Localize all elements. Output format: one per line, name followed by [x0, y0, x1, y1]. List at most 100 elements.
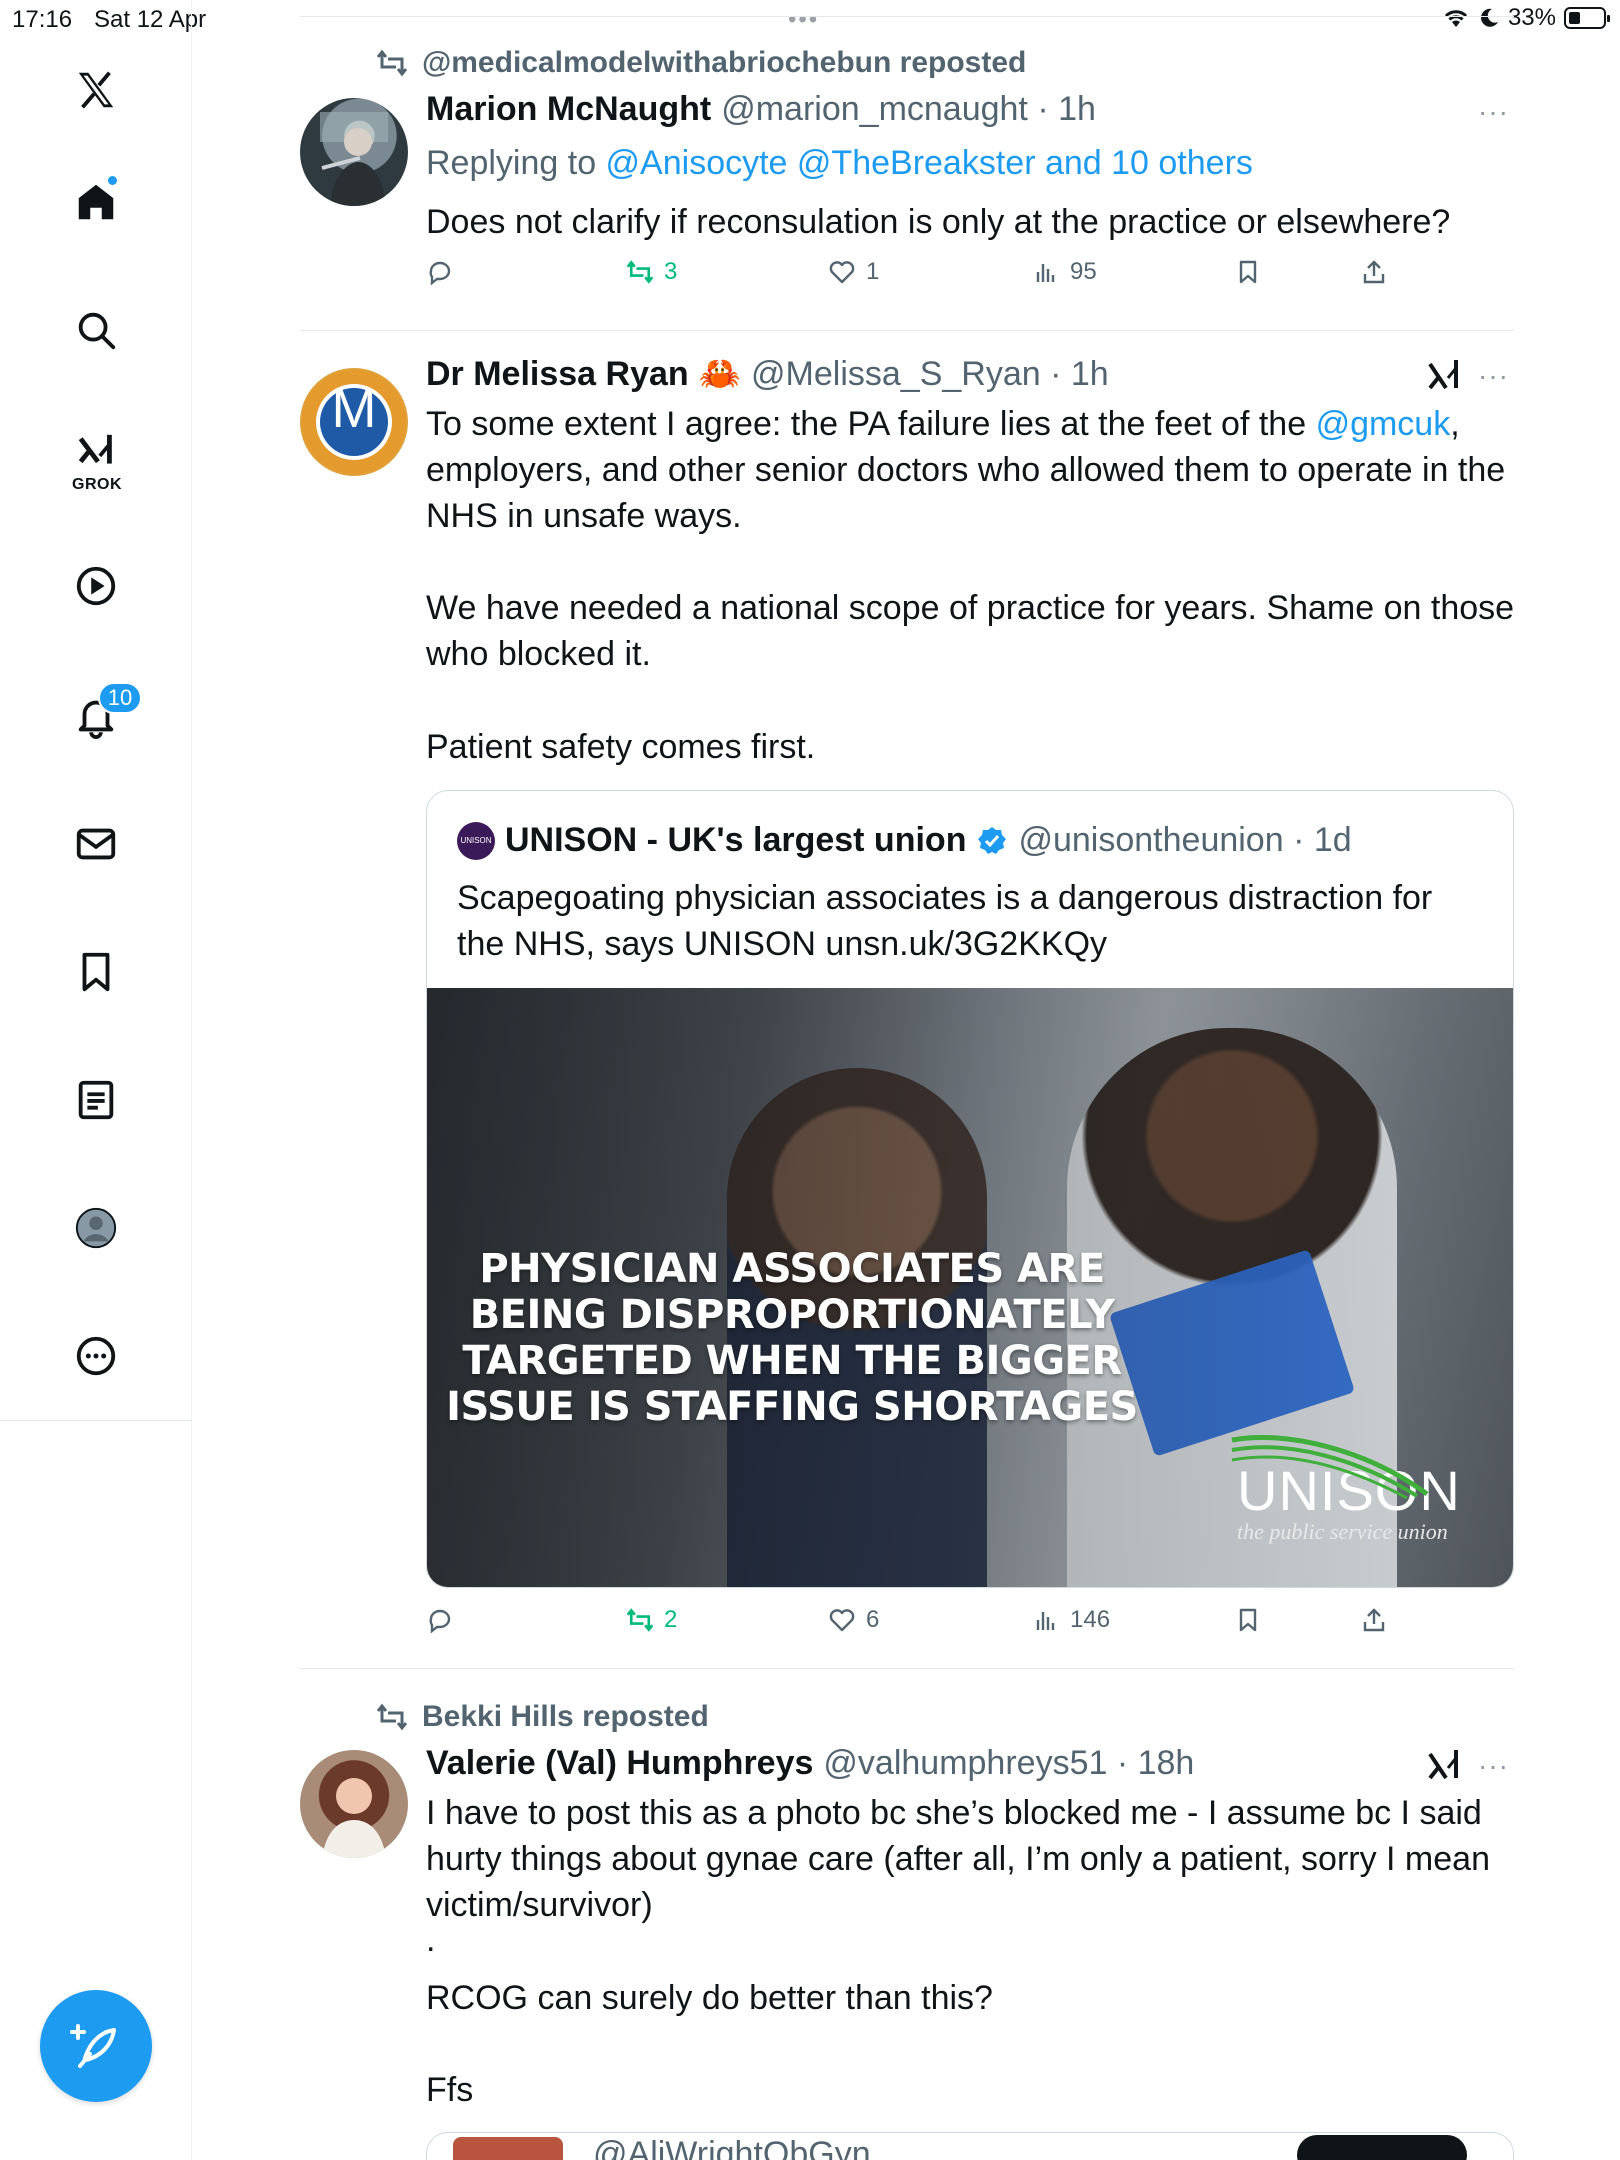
compose-post-button[interactable] [40, 1990, 152, 2102]
home-icon[interactable] [66, 172, 126, 232]
messages-icon[interactable] [66, 814, 126, 874]
unison-swoosh-icon [1231, 1435, 1429, 1500]
headline-line: PHYSICIAN ASSOCIATES ARE [479, 1246, 1105, 1292]
views-count: 146 [1070, 1606, 1111, 1633]
repost-icon [376, 49, 408, 77]
bookmark-icon [1239, 1608, 1257, 1632]
like-count: 6 [866, 1606, 880, 1633]
repost-count: 2 [664, 1606, 678, 1633]
x-logo-icon[interactable] [66, 60, 126, 120]
profile-icon[interactable] [66, 1198, 126, 1258]
author-name[interactable]: Marion McNaught [426, 90, 711, 129]
reply-mentions-link[interactable]: @Anisocyte @TheBreakster and 10 others [606, 144, 1253, 182]
battery-icon [1564, 7, 1610, 29]
quoted-tweet[interactable]: UNISON UNISON - UK's largest union @unis… [426, 790, 1514, 1588]
reply-icon [429, 1609, 451, 1634]
quoted-preview-thumbnail [453, 2137, 563, 2160]
tweet-actions: 3 1 95 [426, 258, 1406, 298]
like-count: 1 [866, 258, 880, 285]
repost-icon [376, 1703, 408, 1731]
tweet-more-button[interactable]: ··· [1478, 360, 1509, 392]
sidebar-divider [0, 1420, 192, 1421]
share-button[interactable] [1360, 1606, 1388, 1634]
quoted-image[interactable]: PHYSICIAN ASSOCIATES ARE BEING DISPROPOR… [427, 988, 1513, 1587]
tweet-text: Does not clarify if reconsulation is onl… [426, 203, 1451, 241]
mention-gmcuk-link[interactable]: @gmcuk [1316, 405, 1451, 443]
tweet-text-paragraph: RCOG can surely do better than this? [426, 1979, 993, 2017]
tweet-actions: 2 6 146 [426, 1606, 1406, 1646]
notifications-badge: 10 [98, 682, 142, 714]
share-button[interactable] [1360, 258, 1388, 286]
quoted-header: UNISON UNISON - UK's largest union @unis… [457, 821, 1352, 860]
image-headline: PHYSICIAN ASSOCIATES ARE BEING DISPROPOR… [427, 1246, 1157, 1430]
tweet-more-button[interactable]: ··· [1478, 96, 1509, 128]
reply-prefix: Replying to [426, 144, 606, 182]
author-handle-time[interactable]: @valhumphreys51 · 18h [823, 1744, 1194, 1783]
views-button[interactable]: 95 [1032, 258, 1097, 286]
heart-icon [829, 1609, 855, 1632]
like-button[interactable]: 6 [828, 1606, 879, 1634]
views-button[interactable]: 146 [1032, 1606, 1110, 1634]
quoted-author-name[interactable]: UNISON - UK's largest union [505, 821, 966, 860]
tweet-text: To some extent I agree: the PA failure l… [426, 401, 1516, 539]
author-handle-time[interactable]: @Melissa_S_Ryan · 1h [751, 355, 1109, 394]
views-chart-icon [1036, 264, 1055, 282]
crab-emoji-icon: 🦀 [698, 355, 742, 393]
tweet-text-paragraph: Ffs [426, 2071, 474, 2109]
verified-badge-icon [978, 826, 1007, 854]
tweet-text-paragraph: We have needed a national scope of pract… [426, 589, 1515, 673]
reply-button[interactable] [426, 1606, 464, 1634]
grok-label: GROK [72, 476, 122, 493]
bookmarks-icon[interactable] [66, 942, 126, 1002]
author-name[interactable]: Dr Melissa Ryan [426, 355, 689, 394]
tweet-divider [300, 330, 1514, 331]
tweet-text-paragraph: I have to post this as a photo bc she’s … [426, 1794, 1490, 1924]
quoted-preview-pill [1297, 2135, 1467, 2160]
heart-icon [829, 261, 855, 284]
repost-icon [626, 260, 654, 284]
author-handle-time[interactable]: @marion_mcnaught · 1h [721, 90, 1096, 129]
grok-icon[interactable] [66, 424, 126, 484]
repost-button[interactable]: 2 [626, 1606, 677, 1634]
avatar-valerie[interactable] [300, 1750, 408, 1858]
tweet-header: Marion McNaught @marion_mcnaught · 1h [426, 90, 1096, 129]
tweet-text-part: employers, and other senior doctors who … [426, 451, 1506, 535]
grok-explain-icon[interactable] [1424, 356, 1464, 396]
bookmark-icon [1239, 260, 1257, 284]
tweet-more-button[interactable]: ··· [1478, 1750, 1509, 1782]
home-unread-dot [108, 176, 117, 185]
quoted-tweet-preview[interactable]: @AliWrightObGyn [426, 2132, 1514, 2160]
quoted-text: Scapegoating physician associates is a d… [457, 879, 1433, 963]
reply-icon [429, 261, 451, 286]
multitask-dots[interactable]: ••• [788, 6, 819, 34]
repost-button[interactable]: 3 [626, 258, 677, 286]
unison-logo: UNISON the public service union [1231, 1435, 1487, 1545]
quoted-handle-time[interactable]: @unisontheunion · 1d [1018, 821, 1351, 860]
headline-line: TARGETED WHEN THE BIGGER [462, 1338, 1122, 1384]
compose-feather-icon [70, 2024, 116, 2068]
views-count: 95 [1070, 258, 1097, 285]
bookmark-button[interactable] [1234, 1606, 1262, 1634]
bookmark-button[interactable] [1234, 258, 1262, 286]
headline-line: ISSUE IS STAFFING SHORTAGES [446, 1384, 1138, 1430]
reply-button[interactable] [426, 258, 464, 286]
tweet-header: Dr Melissa Ryan 🦀 @Melissa_S_Ryan · 1h [426, 354, 1109, 394]
moon-icon [1481, 8, 1498, 27]
headline-line: BEING DISPROPORTIONATELY [469, 1292, 1115, 1338]
more-options-icon[interactable] [66, 1326, 126, 1386]
video-icon[interactable] [66, 556, 126, 616]
lists-icon[interactable] [66, 1070, 126, 1130]
avatar-photo-icon [320, 112, 388, 206]
tweet-header: Valerie (Val) Humphreys @valhumphreys51 … [426, 1744, 1194, 1783]
search-icon[interactable] [66, 300, 126, 360]
tweet-text-paragraph: Patient safety comes first. [426, 728, 816, 766]
author-name[interactable]: Valerie (Val) Humphreys [426, 1744, 813, 1783]
avatar-marion[interactable] [300, 98, 408, 206]
tweet-text-part: , [1450, 405, 1460, 443]
status-right: 33% [1442, 4, 1610, 32]
grok-explain-icon[interactable] [1424, 1746, 1464, 1786]
status-bar: 17:16 Sat 12 Apr ••• 33% [0, 0, 1620, 40]
wifi-icon [1444, 10, 1468, 27]
like-button[interactable]: 1 [828, 258, 879, 286]
battery-percent: 33% [1507, 4, 1556, 31]
